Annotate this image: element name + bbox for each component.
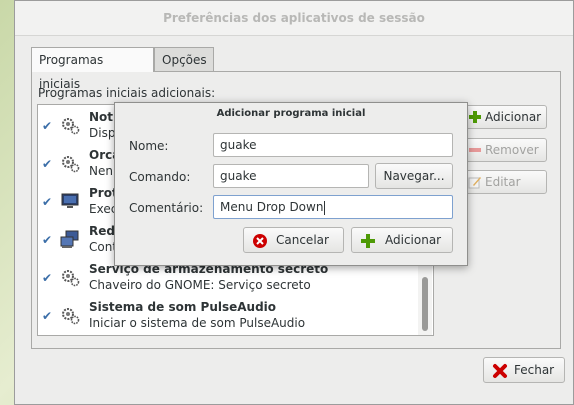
item-description: Iniciar o sistema de som PulseAudio	[89, 316, 306, 330]
monitor-icon	[61, 193, 79, 208]
cancel-button-label: Cancelar	[276, 233, 329, 247]
gears-icon	[62, 270, 80, 287]
list-item[interactable]: ✔ Sistema de som PulseAudio Iniciar o si…	[38, 297, 416, 335]
plus-icon	[361, 234, 375, 248]
edit-button-label: Editar	[485, 175, 521, 189]
checkbox-checked-icon[interactable]: ✔	[42, 310, 54, 322]
item-title: Noti	[89, 110, 118, 124]
checkbox-checked-icon[interactable]: ✔	[42, 196, 54, 208]
close-x-icon	[493, 364, 507, 378]
tab-startup-programs[interactable]: Programas iniciais	[31, 47, 154, 91]
gears-icon	[62, 308, 80, 325]
command-label: Comando:	[129, 170, 191, 184]
add-startup-program-dialog: Adicionar programa inicial Nome: guake C…	[114, 102, 468, 266]
window-title: Preferências dos aplicativos de sessão	[15, 1, 573, 36]
comment-label: Comentário:	[129, 201, 204, 215]
edit-button[interactable]: Editar	[462, 170, 547, 194]
comment-input[interactable]: Menu Drop Down	[213, 195, 453, 219]
remove-button-label: Remover	[485, 143, 539, 157]
name-label: Nome:	[129, 139, 169, 153]
add-button-label: Adicionar	[485, 110, 542, 124]
text-caret	[324, 200, 326, 215]
browse-button[interactable]: Navegar...	[375, 163, 453, 189]
checkbox-checked-icon[interactable]: ✔	[42, 158, 54, 170]
checkbox-checked-icon[interactable]: ✔	[42, 272, 54, 284]
close-button[interactable]: Fechar	[483, 357, 565, 383]
dialog-add-button[interactable]: Adicionar	[351, 227, 453, 253]
remove-button[interactable]: Remover	[462, 138, 547, 162]
name-value: guake	[220, 138, 257, 152]
comment-value: Menu Drop Down	[220, 200, 324, 214]
close-button-label: Fechar	[514, 363, 555, 377]
gears-icon	[62, 118, 80, 135]
item-description: Cont	[89, 240, 118, 254]
item-title: Sistema de som PulseAudio	[89, 300, 277, 314]
add-button[interactable]: Adicionar	[462, 105, 547, 129]
dialog-title: Adicionar programa inicial	[216, 108, 366, 119]
dialog-add-button-label: Adicionar	[385, 233, 442, 247]
cancel-icon	[253, 234, 267, 248]
plus-icon	[469, 111, 481, 123]
cancel-button[interactable]: Cancelar	[243, 227, 344, 253]
command-value: guake	[220, 169, 257, 183]
network-icon	[60, 230, 79, 248]
tab-options[interactable]: Opções	[154, 47, 214, 71]
item-description: Disp	[89, 126, 116, 140]
minus-icon	[469, 148, 481, 152]
edit-icon	[468, 177, 481, 189]
command-input[interactable]: guake	[213, 164, 369, 188]
checkbox-checked-icon[interactable]: ✔	[42, 120, 54, 132]
gears-icon	[62, 156, 80, 173]
item-description: Nenl	[89, 164, 117, 178]
scrollbar-thumb[interactable]	[422, 277, 428, 331]
item-description: Chaveiro do GNOME: Serviço secreto	[89, 278, 311, 292]
checkbox-checked-icon[interactable]: ✔	[42, 234, 54, 246]
name-input[interactable]: guake	[213, 133, 453, 157]
